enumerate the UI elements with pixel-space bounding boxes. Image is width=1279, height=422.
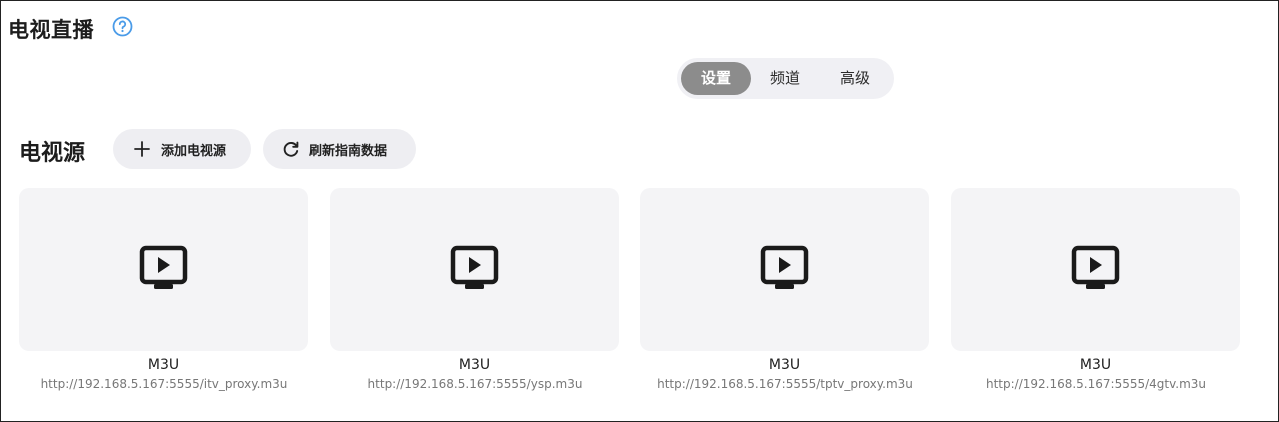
tv-play-icon: [1071, 245, 1120, 289]
tv-source-type: M3U: [147, 357, 180, 373]
tv-source-url: http://192.168.5.167:5555/itv_proxy.m3u: [40, 377, 288, 391]
tab-advanced[interactable]: 高级: [823, 62, 887, 95]
tv-source-card[interactable]: [19, 188, 308, 351]
tv-source-url: http://192.168.5.167:5555/tptv_proxy.m3u: [657, 377, 913, 391]
section-title: 电视源: [19, 141, 86, 166]
tv-source-url: http://192.168.5.167:5555/4gtv.m3u: [985, 377, 1207, 391]
tv-play-icon: [139, 245, 188, 289]
tv-play-icon: [760, 245, 809, 289]
tv-source-card[interactable]: [330, 188, 619, 351]
tab-channels[interactable]: 频道: [755, 62, 815, 95]
tv-play-icon: [450, 245, 499, 289]
app-window: 电视直播 设置 频道 高级 电视源 添加电视源 刷新指南数据 M3U http:…: [0, 0, 1279, 422]
help-circle-icon[interactable]: [112, 16, 133, 37]
tv-source-card[interactable]: [951, 188, 1240, 351]
settings-tab-bar: 设置 频道 高级: [677, 58, 894, 99]
page-title: 电视直播: [8, 18, 94, 42]
tv-source-type: M3U: [768, 357, 801, 373]
tv-source-url: http://192.168.5.167:5555/ysp.m3u: [367, 377, 583, 391]
tv-source-card[interactable]: [640, 188, 929, 351]
refresh-guide-data-label: 刷新指南数据: [309, 143, 388, 159]
refresh-guide-data-button[interactable]: 刷新指南数据: [263, 129, 416, 169]
refresh-icon: [283, 141, 299, 157]
plus-icon: [134, 141, 150, 157]
add-tv-source-label: 添加电视源: [161, 143, 227, 159]
add-tv-source-button[interactable]: 添加电视源: [113, 129, 251, 169]
tv-source-type: M3U: [458, 357, 491, 373]
tab-settings[interactable]: 设置: [681, 62, 751, 95]
tv-source-type: M3U: [1079, 357, 1112, 373]
